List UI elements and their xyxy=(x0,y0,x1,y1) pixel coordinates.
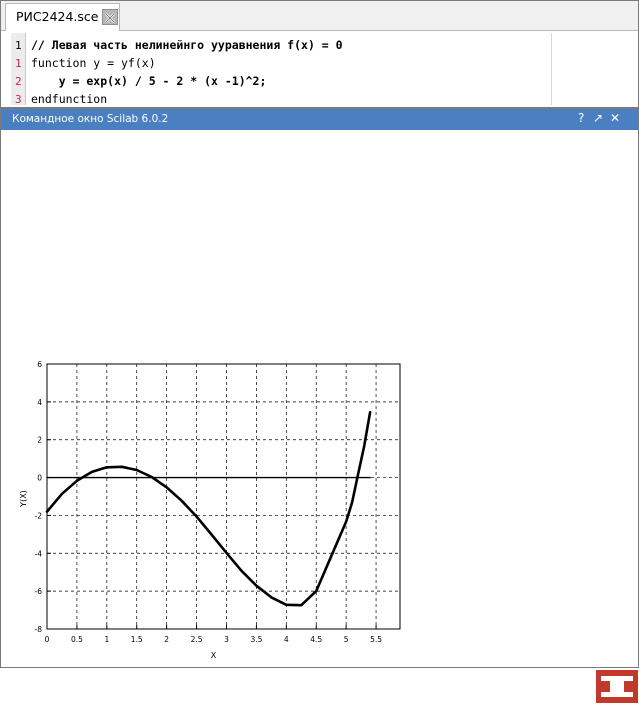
y-tick-label: -6 xyxy=(35,587,43,596)
close-icon[interactable]: ✕ xyxy=(610,111,620,125)
x-tick-label: 5 xyxy=(344,635,349,644)
y-axis-label: Y(X) xyxy=(19,490,28,508)
code-line-function[interactable]: function y = yf(x) xyxy=(31,56,156,70)
y-tick-label: -4 xyxy=(35,549,43,558)
x-tick-label: 0 xyxy=(45,635,50,644)
plot-canvas: 0 0.5 1 1.5 2 2.5 3 3.5 4 4.5 5 5.5 -8 -6 -4 -2 0 2 4 6 X Y… xyxy=(19,360,401,660)
y-tick-label: -2 xyxy=(35,511,43,520)
undock-icon[interactable]: ↗ xyxy=(593,111,603,125)
console-title-bar: Командное окно Scilab 6.0.2 ? ↗ ✕ xyxy=(1,109,638,130)
series-line-yf xyxy=(45,410,372,607)
code-area[interactable]: 1 1 2 3 // Левая часть нелинейнго ууравн… xyxy=(11,33,551,106)
tab-file[interactable]: РИС2424.sce xyxy=(5,3,120,31)
y-tick-label: 2 xyxy=(37,436,42,445)
graphic-figure: 0 0.5 1 1.5 2 2.5 3 3.5 4 4.5 5 5.5 -8 -6 -4 -2 0 2 4 6 X Y… xyxy=(0,352,420,668)
scinotes-editor: РИС2424.sce 1 1 2 3 // Левая часть нелин… xyxy=(0,0,639,108)
line-number-gutter: 1 1 2 3 xyxy=(11,33,26,106)
x-tick-label: 4.5 xyxy=(310,635,322,644)
plot-frame xyxy=(46,363,401,630)
close-icon[interactable] xyxy=(102,9,118,25)
code-line-comment[interactable]: // Левая часть нелинейнго ууравнения f(x… xyxy=(31,38,343,52)
line-number: 1 xyxy=(15,57,22,70)
x-tick-label: 2 xyxy=(164,635,169,644)
code-line-endfunction[interactable]: endfunction xyxy=(31,92,107,106)
x-axis-label: X xyxy=(211,651,217,660)
x-tick-label: 3.5 xyxy=(250,635,262,644)
x-tick-label: 1 xyxy=(104,635,109,644)
y-tick-label: 0 xyxy=(37,474,42,483)
x-tick-label: 5.5 xyxy=(370,635,382,644)
x-tick-label: 4 xyxy=(284,635,289,644)
help-icon[interactable]: ? xyxy=(578,111,584,125)
y-tick-label: 6 xyxy=(37,360,42,369)
x-tick-label: 3 xyxy=(224,635,229,644)
code-line-body[interactable]: y = exp(x) / 5 - 2 * (x -1)^2; xyxy=(31,74,267,88)
line-number: 3 xyxy=(15,93,22,106)
line-number: 1 xyxy=(15,39,22,52)
x-tick-label: 2.5 xyxy=(191,635,203,644)
x-tick-label: 1.5 xyxy=(131,635,143,644)
x-tick-label: 0.5 xyxy=(71,635,83,644)
console-title: Командное окно Scilab 6.0.2 xyxy=(12,113,169,125)
y-tick-label: -8 xyxy=(35,625,43,634)
tab-file-label: РИС2424.sce xyxy=(16,9,99,24)
editor-margin-line xyxy=(551,33,552,105)
y-tick-label: 4 xyxy=(37,398,42,407)
editor-tab-bar: РИС2424.sce xyxy=(1,1,638,31)
line-number: 2 xyxy=(15,75,22,88)
publisher-logo-icon xyxy=(596,670,638,703)
